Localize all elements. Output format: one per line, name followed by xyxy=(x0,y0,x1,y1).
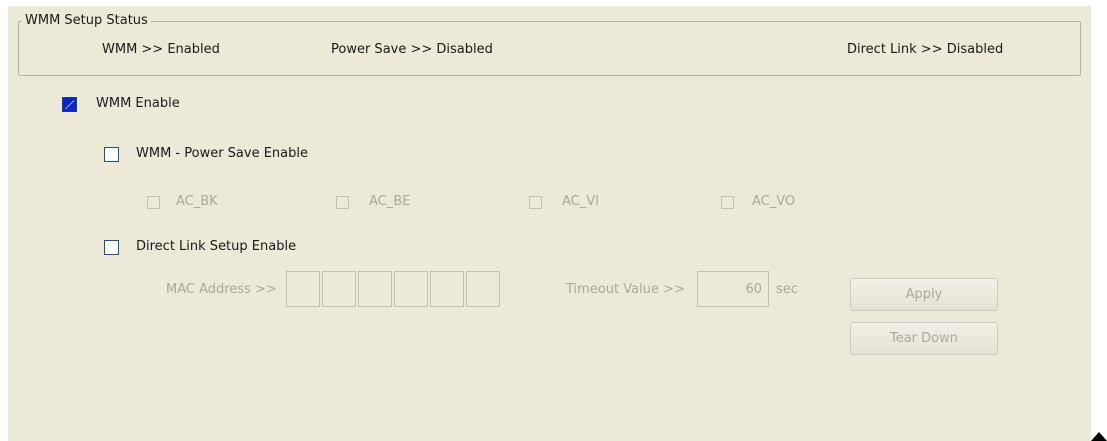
power-save-enable-label: WMM - Power Save Enable xyxy=(136,146,309,161)
power-save-status-text: Power Save >> Disabled xyxy=(331,42,493,57)
mac-address-label: MAC Address >> xyxy=(166,282,277,297)
wmm-setup-status-title: WMM Setup Status xyxy=(22,13,151,29)
scroll-up-arrow-icon xyxy=(1091,432,1107,441)
checked-mark-icon xyxy=(65,100,74,109)
mac-address-field-5[interactable] xyxy=(430,271,464,307)
mac-address-field-1[interactable] xyxy=(286,271,320,307)
mac-address-field-3[interactable] xyxy=(358,271,392,307)
direct-link-enable-label: Direct Link Setup Enable xyxy=(136,239,297,254)
ac-bk-label: AC_BK xyxy=(176,194,218,209)
wmm-enable-checkbox[interactable] xyxy=(62,97,77,112)
timeout-value-input[interactable]: 60 xyxy=(697,271,769,307)
ac-be-label: AC_BE xyxy=(369,194,411,209)
mac-address-field-6[interactable] xyxy=(466,271,500,307)
timeout-unit-label: sec xyxy=(776,282,798,297)
apply-button[interactable]: Apply xyxy=(850,278,998,311)
timeout-value-label: Timeout Value >> xyxy=(566,282,685,297)
power-save-enable-checkbox[interactable] xyxy=(104,147,119,162)
mac-address-field-2[interactable] xyxy=(322,271,356,307)
mac-address-field-4[interactable] xyxy=(394,271,428,307)
wmm-enable-label: WMM Enable xyxy=(96,96,180,111)
ac-bk-checkbox[interactable] xyxy=(147,196,160,209)
tear-down-button[interactable]: Tear Down xyxy=(850,322,998,355)
ac-vo-label: AC_VO xyxy=(752,194,796,209)
wmm-status-text: WMM >> Enabled xyxy=(102,42,220,57)
direct-link-enable-checkbox[interactable] xyxy=(104,240,119,255)
ac-be-checkbox[interactable] xyxy=(336,196,349,209)
ac-vo-checkbox[interactable] xyxy=(721,196,734,209)
direct-link-status-text: Direct Link >> Disabled xyxy=(847,42,1004,57)
ac-vi-checkbox[interactable] xyxy=(529,196,542,209)
ac-vi-label: AC_VI xyxy=(562,194,599,209)
wmm-settings-window: WMM Setup Status WMM >> Enabled Power Sa… xyxy=(0,0,1107,441)
